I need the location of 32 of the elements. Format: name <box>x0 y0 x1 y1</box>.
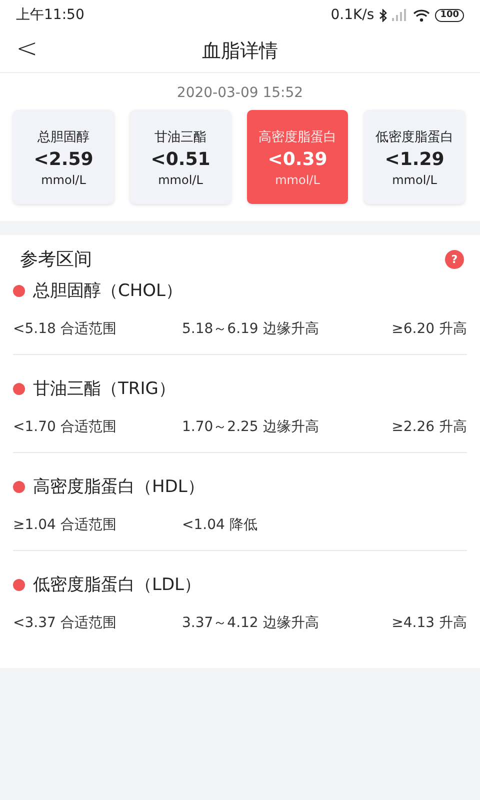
indicator-name: 甘油三酯（TRIG） <box>33 378 176 400</box>
range-text: ≥1.04 合适范围 <box>13 516 118 534</box>
lipid-card[interactable]: 低密度脂蛋白 <1.29 mmol/L <box>364 110 465 204</box>
range-text: 5.18～6.19 边缘升高 <box>182 320 320 338</box>
battery-level: 100 <box>435 8 464 22</box>
range-text: ≥6.20 升高 <box>392 320 467 338</box>
range-text: ≥4.13 升高 <box>392 614 467 632</box>
range-text: <5.18 合适范围 <box>13 320 118 338</box>
wifi-icon <box>413 8 430 22</box>
bullet-icon <box>13 578 25 590</box>
back-button[interactable]: < <box>10 34 44 64</box>
lipid-card[interactable]: 甘油三酯 <0.51 mmol/L <box>130 110 231 204</box>
lipid-card[interactable]: 总胆固醇 <2.59 mmol/L <box>13 110 114 204</box>
range-text: 3.37～4.12 边缘升高 <box>182 614 320 632</box>
range-text: <1.04 降低 <box>182 516 258 534</box>
bullet-icon <box>13 382 25 394</box>
bullet-icon <box>13 480 25 492</box>
indicator-name: 低密度脂蛋白（LDL） <box>33 574 202 596</box>
section-title: 参考区间 <box>20 248 92 271</box>
range-text: ≥2.26 升高 <box>392 418 467 436</box>
indicator-name: 总胆固醇（CHOL） <box>33 280 183 302</box>
indicator-name: 高密度脂蛋白（HDL） <box>33 476 204 498</box>
record-date: 2020-03-09 15:52 <box>176 85 304 101</box>
range-text: <1.70 合适范围 <box>13 418 118 436</box>
signal-icon <box>392 9 408 21</box>
bullet-icon <box>13 284 25 296</box>
page-title: 血脂详情 <box>202 39 278 64</box>
range-text: 1.70～2.25 边缘升高 <box>182 418 320 436</box>
status-time: 上午11:50 <box>16 6 84 24</box>
range-text: <3.37 合适范围 <box>13 614 118 632</box>
network-speed: 0.1K/s <box>330 7 374 23</box>
bluetooth-icon <box>379 8 388 22</box>
